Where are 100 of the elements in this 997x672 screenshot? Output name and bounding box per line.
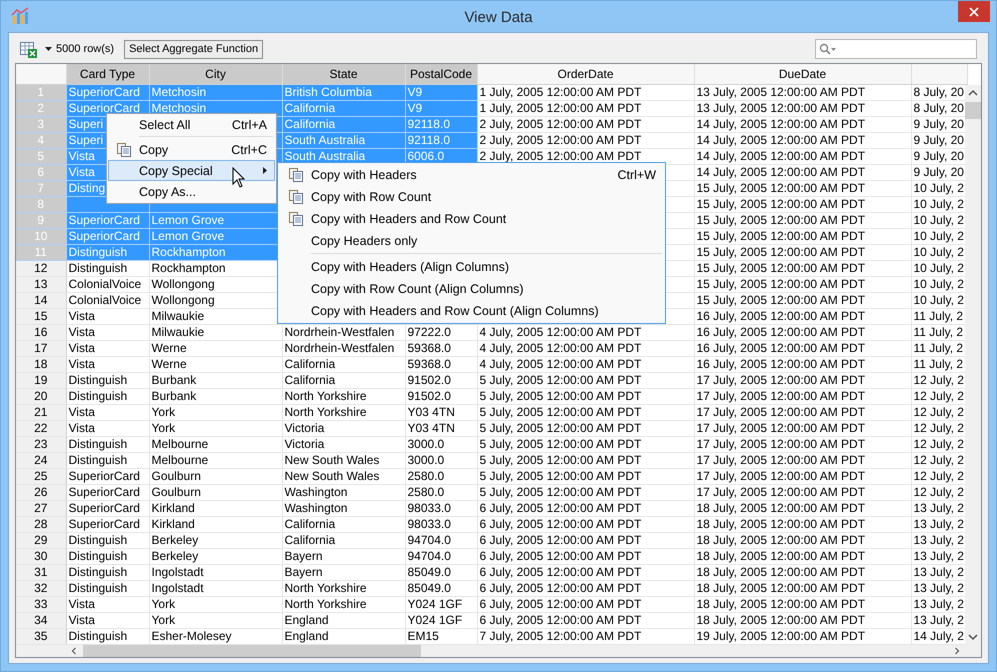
column-header[interactable]: OrderDate — [477, 64, 694, 84]
row-number[interactable]: 35 — [16, 628, 66, 644]
table-cell: 98033.0 — [405, 500, 477, 516]
menu-item[interactable]: Copy with Headers Ctrl+W — [279, 164, 664, 186]
table-cell: California — [282, 100, 405, 116]
table-cell: SuperiorCard — [66, 500, 149, 516]
table-cell: Milwaukie — [149, 324, 282, 340]
table-cell: 15 July, 2005 12:00:00 AM PDT — [694, 292, 911, 308]
table-cell: 16 July, 2005 12:00:00 AM PDT — [694, 356, 911, 372]
row-number[interactable]: 15 — [16, 308, 66, 324]
table-cell: Burbank — [149, 372, 282, 388]
table-cell: 1 July, 2005 12:00:00 AM PDT — [477, 84, 694, 100]
copy-icon — [116, 142, 132, 158]
row-number[interactable]: 34 — [16, 612, 66, 628]
table-cell: Melbourne — [149, 436, 282, 452]
table-cell: V9 — [405, 100, 477, 116]
table-cell: 18 July, 2005 12:00:00 AM PDT — [694, 580, 911, 596]
table-cell: Werne — [149, 340, 282, 356]
table-cell: North Yorkshire — [282, 388, 405, 404]
menu-item[interactable]: Copy with Row Count (Align Columns) — [279, 278, 664, 300]
row-number[interactable]: 25 — [16, 468, 66, 484]
row-number[interactable]: 30 — [16, 548, 66, 564]
table-cell: Vista — [66, 404, 149, 420]
vertical-scrollbar[interactable] — [965, 84, 981, 644]
table-cell: SuperiorCard — [66, 484, 149, 500]
table-cell: 6 July, 2005 12:00:00 AM PDT — [477, 500, 694, 516]
table-cell: Vista — [66, 356, 149, 372]
table-cell: 14 July, 2005 12:00:00 AM PDT — [694, 132, 911, 148]
table-cell: Distinguish — [66, 372, 149, 388]
row-number[interactable]: 19 — [16, 372, 66, 388]
row-number[interactable]: 32 — [16, 580, 66, 596]
table-cell: 16 July, 2005 12:00:00 AM PDT — [694, 340, 911, 356]
cursor-icon — [232, 167, 246, 188]
table-cell: 6 July, 2005 12:00:00 AM PDT — [477, 516, 694, 532]
row-number[interactable]: 12 — [16, 260, 66, 276]
row-number[interactable]: 31 — [16, 564, 66, 580]
table-cell: 14 July, 2005 12:00:00 AM PDT — [694, 116, 911, 132]
table-cell: 16 July, 2005 12:00:00 AM PDT — [694, 324, 911, 340]
copy-icon — [288, 167, 304, 183]
row-number[interactable]: 14 — [16, 292, 66, 308]
table-cell: 92118.0 — [405, 132, 477, 148]
row-number[interactable]: 28 — [16, 516, 66, 532]
column-header[interactable]: PostalCode — [405, 64, 477, 84]
table-cell: 15 July, 2005 12:00:00 AM PDT — [694, 212, 911, 228]
table-cell: 3000.0 — [405, 436, 477, 452]
table-cell: 94704.0 — [405, 548, 477, 564]
row-number[interactable]: 33 — [16, 596, 66, 612]
close-icon — [969, 6, 979, 16]
table-cell: 15 July, 2005 12:00:00 AM PDT — [694, 196, 911, 212]
row-number[interactable]: 22 — [16, 420, 66, 436]
chart-icon — [11, 7, 29, 25]
table-cell: 5 July, 2005 12:00:00 AM PDT — [477, 484, 694, 500]
column-header[interactable]: State — [282, 64, 405, 84]
table-cell: 17 July, 2005 12:00:00 AM PDT — [694, 372, 911, 388]
row-number[interactable]: 23 — [16, 436, 66, 452]
column-header[interactable]: DueDate — [694, 64, 911, 84]
row-number[interactable]: 18 — [16, 356, 66, 372]
row-number[interactable]: 27 — [16, 500, 66, 516]
table-cell: 14 July, 2005 12:00:00 AM PDT — [694, 164, 911, 180]
table-cell: Vista — [66, 612, 149, 628]
close-button[interactable] — [958, 1, 990, 22]
menu-item[interactable]: Copy Special — [108, 160, 275, 181]
menu-item[interactable]: Copy with Row Count — [279, 186, 664, 208]
row-number[interactable]: 20 — [16, 388, 66, 404]
row-count-dropdown[interactable]: 5000 row(s) — [43, 43, 116, 55]
table-cell: 5 July, 2005 12:00:00 AM PDT — [477, 404, 694, 420]
search-field[interactable] — [815, 39, 977, 59]
table-cell: 5 July, 2005 12:00:00 AM PDT — [477, 388, 694, 404]
menu-item[interactable]: Copy with Headers and Row Count (Align Columns) — [279, 300, 664, 322]
row-number[interactable]: 24 — [16, 452, 66, 468]
row-number[interactable]: 17 — [16, 340, 66, 356]
table-cell: 18 July, 2005 12:00:00 AM PDT — [694, 596, 911, 612]
table-cell: 5 July, 2005 12:00:00 AM PDT — [477, 420, 694, 436]
table-cell: Washington — [282, 500, 405, 516]
table-cell: SuperiorCard — [66, 468, 149, 484]
table-cell: Distinguish — [66, 260, 149, 276]
row-number[interactable]: 21 — [16, 404, 66, 420]
table-cell: New South Wales — [282, 468, 405, 484]
row-number[interactable]: 29 — [16, 532, 66, 548]
table-cell: Y03 4TN — [405, 404, 477, 420]
table-cell: Berkeley — [149, 548, 282, 564]
menu-item[interactable]: Copy with Headers (Align Columns) — [279, 256, 664, 278]
spreadsheet-icon[interactable] — [20, 40, 37, 58]
table-cell: Ingolstadt — [149, 564, 282, 580]
table-cell: Bayern — [282, 564, 405, 580]
menu-item[interactable]: Copy with Headers and Row Count — [279, 208, 664, 230]
table-cell: Metchosin — [149, 84, 282, 100]
row-number[interactable]: 26 — [16, 484, 66, 500]
scrollbar-thumb[interactable] — [83, 644, 421, 656]
scrollbar-thumb[interactable] — [965, 102, 981, 118]
table-cell: 2 July, 2005 12:00:00 AM PDT — [477, 116, 694, 132]
table-cell: Bayern — [282, 548, 405, 564]
row-number[interactable]: 16 — [16, 324, 66, 340]
row-number[interactable]: 13 — [16, 276, 66, 292]
table-cell: 2580.0 — [405, 468, 477, 484]
column-header[interactable]: City — [149, 64, 282, 84]
column-header[interactable]: Card Type — [66, 64, 149, 84]
table-cell: 6 July, 2005 12:00:00 AM PDT — [477, 596, 694, 612]
table-cell: Vista — [66, 340, 149, 356]
aggregate-function-button[interactable]: Select Aggregate Function — [124, 40, 264, 58]
